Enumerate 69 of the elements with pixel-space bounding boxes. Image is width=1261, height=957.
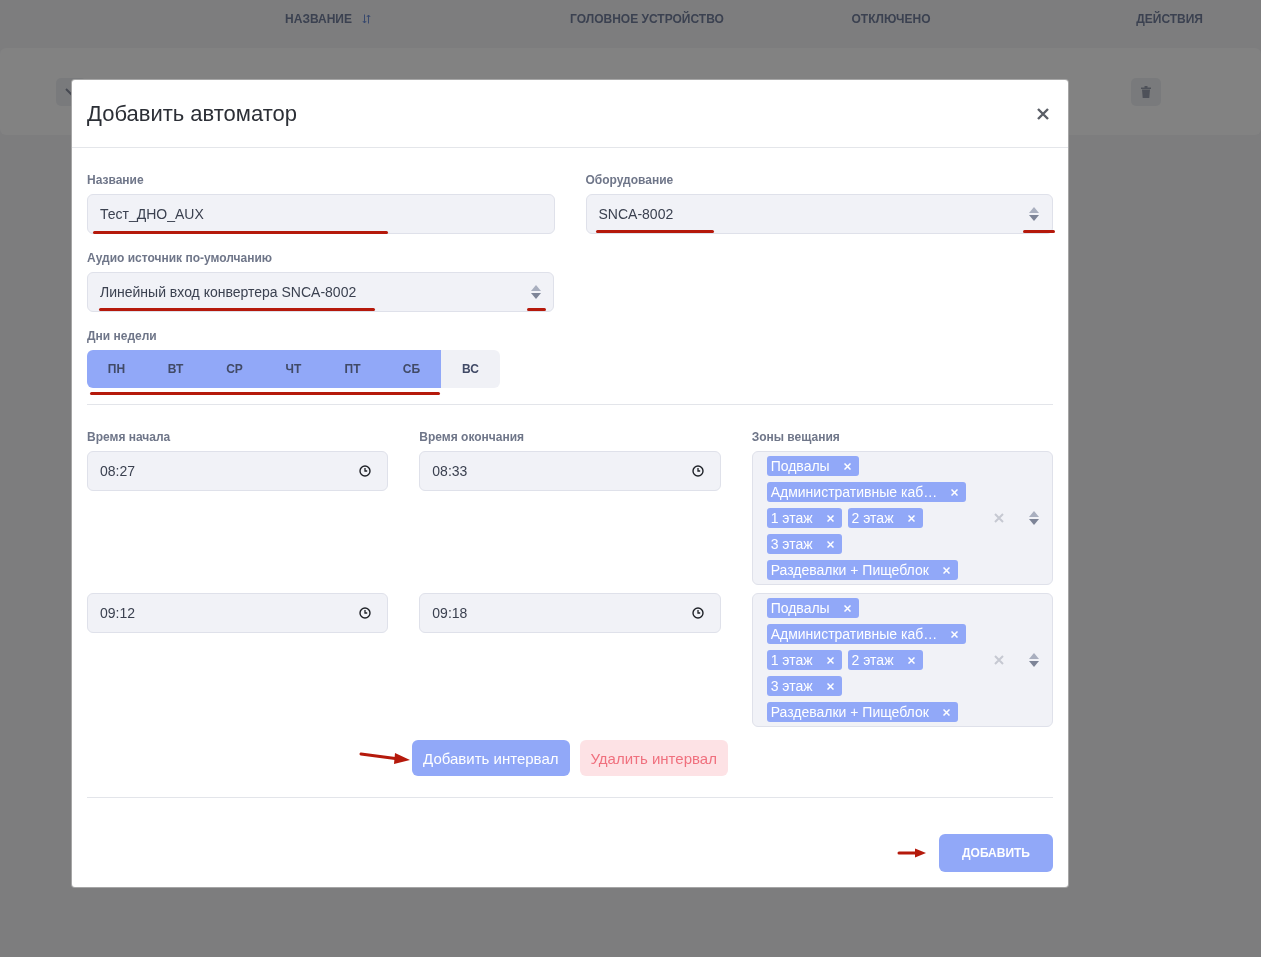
zone-name: Раздевалки + Пищеблок xyxy=(770,704,929,720)
remove-icon[interactable] xyxy=(843,462,851,470)
field-label: Аудио источник по-умолчанию xyxy=(87,250,274,266)
field-label: Название xyxy=(87,172,145,188)
remove-interval-button[interactable]: Удалить интервал xyxy=(579,740,728,776)
end-time-input[interactable]: 09:18 xyxy=(419,593,721,633)
clock-icon[interactable] xyxy=(691,465,704,477)
zone-name: Раздевалки + Пищеблок xyxy=(770,562,929,578)
clear-icon[interactable] xyxy=(994,513,1004,523)
zone-name: Административные каб… xyxy=(770,484,938,500)
remove-icon[interactable] xyxy=(826,514,834,522)
remove-icon[interactable] xyxy=(826,656,834,664)
clock-icon[interactable] xyxy=(691,607,704,619)
trash-icon xyxy=(1141,85,1151,98)
remove-icon[interactable] xyxy=(942,566,950,574)
select-arrows-icon xyxy=(1029,207,1039,221)
zone-name: 1 этаж xyxy=(770,510,813,526)
field-label: Время окончания xyxy=(419,429,526,445)
sort-icon[interactable] xyxy=(361,14,371,24)
audio-source-select[interactable]: Линейный вход конвертера SNCA-8002 xyxy=(87,272,554,312)
zone-name: 1 этаж xyxy=(770,652,813,668)
remove-icon[interactable] xyxy=(826,682,834,690)
weekday-toggle[interactable]: СР xyxy=(205,350,264,388)
select-arrows-icon[interactable] xyxy=(1029,653,1039,667)
field-label: Время начала xyxy=(87,429,172,445)
clock-icon[interactable] xyxy=(359,465,372,477)
column-header: ОТКЛЮЧЕНО xyxy=(851,12,931,26)
field-label: Дни недели xyxy=(87,328,158,344)
weekday-toggle[interactable]: ПТ xyxy=(323,350,382,388)
select-arrows-icon xyxy=(531,285,541,299)
remove-icon[interactable] xyxy=(951,630,959,638)
weekday-toggle[interactable]: ЧТ xyxy=(264,350,323,388)
zones-multiselect[interactable]: Подвалы Административные каб… 1 этаж 2 этаж 3 этаж Раздевалки + Пищеблок xyxy=(751,593,1053,727)
zone-name: Подвалы xyxy=(770,600,830,616)
weekday-toggle[interactable]: ВС xyxy=(441,350,500,388)
clear-icon[interactable] xyxy=(994,655,1004,665)
zones-multiselect[interactable]: Подвалы Административные каб… 1 этаж 2 этаж 3 этаж Раздевалки + Пищеблок xyxy=(751,451,1053,585)
submit-button[interactable]: ДОБАВИТЬ xyxy=(939,834,1053,872)
zone-name: Административные каб… xyxy=(770,626,938,642)
select-arrows-icon[interactable] xyxy=(1029,511,1039,525)
remove-icon[interactable] xyxy=(843,604,851,612)
delete-button[interactable] xyxy=(1131,77,1161,106)
start-time-input[interactable]: 09:12 xyxy=(87,593,389,633)
zone-name: Подвалы xyxy=(770,458,830,474)
dialog-title: Добавить автоматор xyxy=(87,100,298,127)
field-label: Оборудование xyxy=(585,172,675,188)
end-time-input[interactable]: 08:33 xyxy=(419,451,721,491)
clock-icon[interactable] xyxy=(359,607,372,619)
weekday-toggle[interactable]: ПН xyxy=(87,350,146,388)
close-icon[interactable] xyxy=(1037,107,1049,120)
column-header: ГОЛОВНОЕ УСТРОЙСТВО xyxy=(570,12,724,26)
remove-icon[interactable] xyxy=(942,708,950,716)
zone-name: 2 этаж xyxy=(851,652,894,668)
column-header[interactable]: НАЗВАНИЕ xyxy=(285,12,352,26)
name-input[interactable]: Тест_ДНО_AUX xyxy=(87,194,555,234)
weekday-toggle[interactable]: ВТ xyxy=(146,350,205,388)
add-interval-button[interactable]: Добавить интервал xyxy=(412,740,570,776)
remove-icon[interactable] xyxy=(907,514,915,522)
zone-name: 2 этаж xyxy=(851,510,894,526)
zone-name: 3 этаж xyxy=(770,536,813,552)
remove-icon[interactable] xyxy=(826,540,834,548)
remove-icon[interactable] xyxy=(951,488,959,496)
equipment-select[interactable]: SNCA-8002 xyxy=(585,194,1053,234)
weekday-toggle[interactable]: СБ xyxy=(382,350,441,388)
column-header: ДЕЙСТВИЯ xyxy=(1136,12,1203,26)
start-time-input[interactable]: 08:27 xyxy=(87,451,389,491)
zone-name: 3 этаж xyxy=(770,678,813,694)
remove-icon[interactable] xyxy=(907,656,915,664)
field-label: Зоны вещания xyxy=(751,429,841,445)
